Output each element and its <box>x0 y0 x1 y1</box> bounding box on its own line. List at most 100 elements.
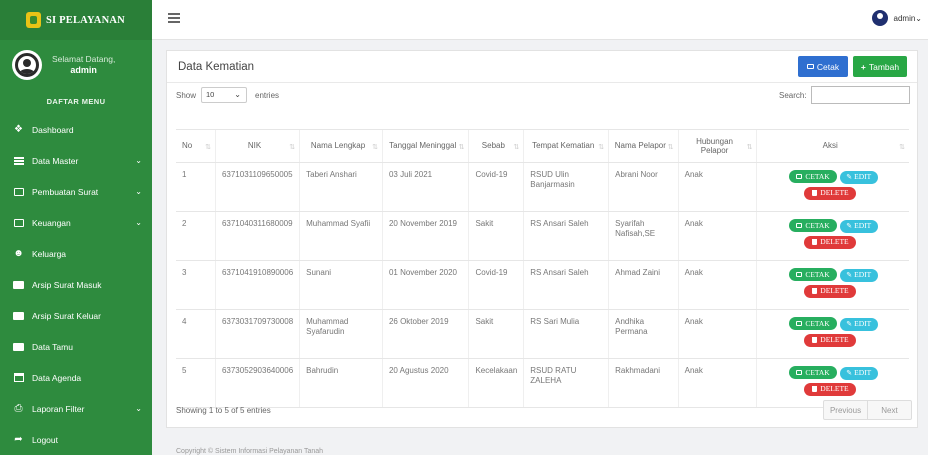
row-print-button[interactable]: CETAK <box>788 170 837 183</box>
column-header[interactable]: Nama Pelapor ⇅ <box>608 129 679 163</box>
cell-nama: Taberi Anshari <box>299 162 383 212</box>
sidebar-item-arsip-surat-masuk[interactable]: Arsip Surat Masuk <box>0 269 152 300</box>
print-button[interactable]: Cetak <box>798 56 848 77</box>
row-delete-button[interactable]: DELETE <box>804 235 857 249</box>
sidebar-item-label: Data Tamu <box>32 341 73 352</box>
document-icon <box>13 187 24 197</box>
row-delete-button[interactable]: DELETE <box>804 382 857 396</box>
column-header[interactable]: Aksi ⇅ <box>756 129 909 163</box>
cell-nama: Muhammad Syafii <box>299 211 383 261</box>
column-header[interactable]: Sebab ⇅ <box>468 129 524 163</box>
table-info: Showing 1 to 5 of 5 entries <box>176 406 271 415</box>
row-print-button[interactable]: CETAK <box>788 366 837 379</box>
column-header[interactable]: Hubungan Pelapor ⇅ <box>677 129 757 163</box>
row-edit-button[interactable]: ✎ EDIT <box>839 170 878 184</box>
sidebar: SI PELAYANAN Selamat Datang, admin DAFTA… <box>0 0 152 455</box>
sidebar-item-label: Keuangan <box>32 217 71 228</box>
sidebar-item-laporan-filter[interactable]: ⎙ Laporan Filter ⌄ <box>0 393 152 424</box>
cell-no: 2 <box>176 211 216 261</box>
sidebar-item-label: Arsip Surat Keluar <box>32 310 101 321</box>
envelope-icon <box>13 311 24 321</box>
envelope-icon <box>13 280 24 290</box>
cell-no: 3 <box>176 260 216 310</box>
sort-icon: ⇅ <box>746 144 753 151</box>
menu-toggle-icon[interactable] <box>168 13 180 23</box>
sidebar-item-pembuatan-surat[interactable]: Pembuatan Surat ⌄ <box>0 176 152 207</box>
search-input[interactable] <box>811 86 910 104</box>
topbar: admin ⌄ <box>152 0 928 40</box>
user-icon <box>15 53 39 77</box>
entries-select[interactable]: 10 ⌄ <box>201 87 247 103</box>
column-header[interactable]: Tempat Kematian ⇅ <box>523 129 609 163</box>
welcome-text: Selamat Datang, admin <box>52 54 115 76</box>
row-print-button[interactable]: CETAK <box>788 268 837 281</box>
print-icon <box>795 174 803 179</box>
menu-header: DAFTAR MENU <box>46 97 106 106</box>
calendar-icon <box>13 373 24 383</box>
cell-aksi: CETAK ✎ EDIT DELETE <box>756 211 909 261</box>
home-icon: ❖ <box>14 124 23 135</box>
cell-tanggal: 20 Agustus 2020 <box>381 358 469 408</box>
sidebar-item-label: Arsip Surat Masuk <box>32 279 102 290</box>
sidebar-item-label: Data Master <box>32 155 79 166</box>
column-header[interactable]: NIK ⇅ <box>214 129 300 163</box>
sidebar-item-keuangan[interactable]: Keuangan ⌄ <box>0 207 152 238</box>
cell-hubungan: Anak <box>677 309 757 359</box>
table-row: 3 6371041910890006 Sunani 01 November 20… <box>176 260 909 310</box>
sidebar-item-dashboard[interactable]: ❖ Dashboard <box>0 114 152 145</box>
cell-hubungan: Anak <box>677 358 757 408</box>
chevron-down-icon: ⌄ <box>915 13 922 23</box>
sidebar-item-arsip-surat-keluar[interactable]: Arsip Surat Keluar <box>0 300 152 331</box>
cell-nama: Sunani <box>299 260 383 310</box>
card-header: Data Kematian Cetak + Tambah <box>167 51 917 83</box>
pencil-icon: ✎ <box>846 222 853 230</box>
chevron-down-icon: ⌄ <box>135 218 142 227</box>
row-edit-button[interactable]: ✎ EDIT <box>839 366 878 380</box>
cell-tempat: RSUD Ulin Banjarmasin <box>523 162 609 212</box>
copyright: Copyright © Sistem Informasi Pelayanan T… <box>176 448 324 455</box>
cell-tempat: RS Ansari Saleh <box>523 211 609 261</box>
pagination: Previous Next <box>823 400 912 420</box>
next-button[interactable]: Next <box>867 401 911 419</box>
guest-icon <box>13 342 24 352</box>
print-icon <box>795 223 803 228</box>
cell-tempat: RS Sari Mulia <box>523 309 609 359</box>
sort-icon: ⇅ <box>205 144 211 151</box>
column-header[interactable]: No ⇅ <box>176 129 216 163</box>
user-menu-label: admin <box>893 13 916 23</box>
sidebar-item-logout[interactable]: ➦ Logout <box>0 424 152 455</box>
trash-icon <box>812 190 818 196</box>
row-edit-button[interactable]: ✎ EDIT <box>839 317 878 331</box>
search-label: Search: <box>779 91 807 100</box>
row-edit-button[interactable]: ✎ EDIT <box>839 268 878 282</box>
sidebar-item-data-master[interactable]: Data Master ⌄ <box>0 145 152 176</box>
user-circle-icon <box>871 10 888 26</box>
chevron-down-icon: ⌄ <box>135 187 142 196</box>
sidebar-item-keluarga[interactable]: ☻ Keluarga <box>0 238 152 269</box>
cell-aksi: CETAK ✎ EDIT DELETE <box>756 162 909 212</box>
page-title: Data Kematian <box>178 60 255 73</box>
sidebar-item-data-tamu[interactable]: Data Tamu <box>0 331 152 362</box>
cell-sebab: Sakit <box>468 309 524 359</box>
sidebar-item-data-agenda[interactable]: Data Agenda <box>0 362 152 393</box>
row-print-button[interactable]: CETAK <box>788 317 837 330</box>
row-delete-button[interactable]: DELETE <box>804 186 857 200</box>
table-header-row: No ⇅ NIK ⇅ Nama Lengkap ⇅ Tanggal Meninggal… <box>176 129 909 163</box>
row-delete-button[interactable]: DELETE <box>804 284 857 298</box>
add-button[interactable]: + Tambah <box>853 56 907 77</box>
pencil-icon: ✎ <box>846 173 853 181</box>
row-print-button[interactable]: CETAK <box>788 219 837 232</box>
row-delete-button[interactable]: DELETE <box>804 333 857 347</box>
welcome-greeting: Selamat Datang, <box>52 54 116 64</box>
logout-icon: ➦ <box>14 434 23 445</box>
previous-button[interactable]: Previous <box>824 401 867 419</box>
trash-icon <box>812 288 818 294</box>
brand[interactable]: SI PELAYANAN <box>0 0 152 40</box>
chevron-down-icon: ⌄ <box>135 156 142 165</box>
column-header[interactable]: Tanggal Meninggal ⇅ <box>381 129 469 163</box>
row-edit-button[interactable]: ✎ EDIT <box>839 219 878 233</box>
column-header[interactable]: Nama Lengkap ⇅ <box>299 129 383 163</box>
user-menu[interactable]: admin ⌄ <box>871 10 922 26</box>
sort-icon: ⇅ <box>372 144 378 151</box>
sidebar-item-label: Data Agenda <box>32 372 82 383</box>
